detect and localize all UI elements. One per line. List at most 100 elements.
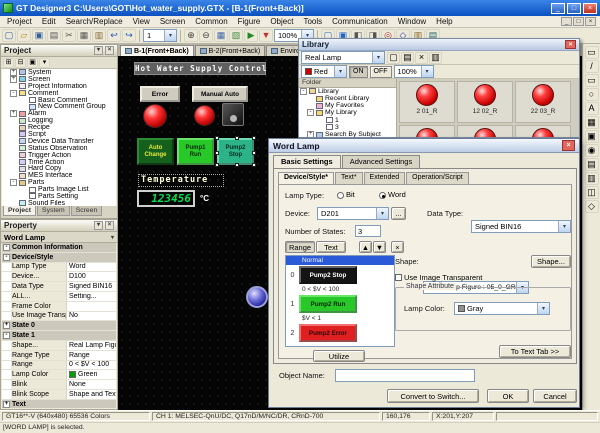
row-expander-icon[interactable]: + — [3, 322, 10, 329]
grid-setting-icon[interactable]: ▦ — [214, 29, 228, 42]
state-entry[interactable]: $V < 1 2 Pump2 Error — [286, 314, 394, 343]
numerical-display-icon[interactable]: ▤ — [585, 158, 599, 171]
property-row[interactable]: Range Type Range — [2, 351, 116, 361]
property-row[interactable]: ALL... Setting... — [2, 292, 116, 302]
number-of-states-value[interactable]: 3 — [355, 225, 381, 237]
dialog-subtab[interactable]: Device/Style* — [278, 172, 334, 184]
hmi-blue-lamp[interactable] — [246, 286, 268, 308]
tree-item[interactable]: Trigger Action — [2, 152, 116, 159]
tree-item[interactable]: Script — [2, 131, 116, 138]
library-tree-item[interactable]: My Favorites — [299, 102, 396, 109]
property-row[interactable]: + Text — [2, 400, 116, 408]
close-button[interactable]: × — [583, 3, 597, 14]
state-condition[interactable]: Normal — [286, 256, 394, 265]
state-condition[interactable]: $V < 1 — [286, 314, 394, 323]
tree-expander-icon[interactable] — [307, 102, 314, 109]
selection-handle[interactable] — [252, 151, 256, 155]
line-icon[interactable]: / — [585, 60, 599, 73]
convert-to-switch-button[interactable]: Convert to Switch... — [387, 389, 479, 403]
library-item[interactable] — [457, 125, 513, 137]
row-expander-icon[interactable] — [3, 293, 10, 300]
document-tab[interactable]: B-2(Front+Back) — [195, 45, 266, 56]
property-row[interactable]: - Device/Style — [2, 253, 116, 263]
panel-close-icon[interactable]: × — [105, 46, 114, 55]
menu-item[interactable]: Help — [431, 17, 457, 26]
hmi-pump2-stop-lamp-selected[interactable]: Pump2 Stop — [217, 138, 254, 165]
tree-item[interactable]: Recipe — [2, 124, 116, 131]
property-row[interactable]: Lamp Color Green — [2, 370, 116, 380]
property-row[interactable]: - State 1 — [2, 331, 116, 341]
cut-icon[interactable]: ✂ — [62, 29, 76, 42]
tree-expander-icon[interactable]: + — [307, 131, 314, 137]
selection-handle[interactable] — [215, 136, 219, 140]
preview-icon[interactable]: ▧ — [229, 29, 243, 42]
tree-expander-icon[interactable] — [20, 103, 27, 110]
panel-tab[interactable]: Screen — [71, 206, 103, 216]
library-item[interactable]: 12 02_R — [457, 81, 513, 123]
mdi-close-button[interactable]: × — [585, 17, 596, 26]
move-down-icon[interactable]: ▼ — [373, 241, 386, 253]
tree-item[interactable]: - Comment — [2, 90, 116, 97]
property-library-icon[interactable]: ▥ — [429, 52, 442, 64]
tree-item[interactable]: Logging — [2, 117, 116, 124]
library-tree-item[interactable]: 1 — [299, 117, 396, 124]
dialog-subtab[interactable]: Extended — [364, 172, 406, 184]
hmi-auto-change-button[interactable]: Auto Change — [137, 138, 174, 165]
row-expander-icon[interactable] — [3, 283, 10, 290]
menu-item[interactable]: Tools — [298, 17, 327, 26]
row-expander-icon[interactable] — [3, 371, 10, 378]
tree-item[interactable]: Hard Copy — [2, 165, 116, 172]
print-icon[interactable]: ▤ — [47, 29, 61, 42]
redo-icon[interactable]: ↪ — [122, 29, 136, 42]
state-condition[interactable]: 0 < $V < 100 — [286, 285, 394, 294]
cursor-icon[interactable]: ▭ — [585, 46, 599, 59]
library-tree-item[interactable]: - My Library — [299, 109, 396, 116]
circle-icon[interactable]: ○ — [585, 88, 599, 101]
tree-expander-icon[interactable] — [307, 95, 314, 102]
property-row[interactable]: Shape... Real Lamp Figure — [2, 341, 116, 351]
new-project-icon[interactable]: ▢ — [2, 29, 16, 42]
row-expander-icon[interactable] — [3, 381, 10, 388]
hmi-error-button[interactable]: Error — [140, 86, 180, 102]
screen-number-combo[interactable]: 1 — [143, 29, 177, 42]
selection-handle[interactable] — [215, 163, 219, 167]
hmi-temperature-label[interactable]: Temperature — [138, 174, 224, 187]
tree-item[interactable]: Project Information — [2, 83, 116, 90]
library-tree-item[interactable]: Recent Library — [299, 95, 396, 102]
property-row[interactable]: Frame Color — [2, 302, 116, 312]
hmi-numerical-display[interactable]: 123456 — [137, 190, 195, 207]
lamp-icon[interactable]: ◉ — [585, 144, 599, 157]
selection-handle[interactable] — [235, 163, 239, 167]
library-zoom-combo[interactable]: 100% — [394, 65, 434, 78]
library-close-icon[interactable]: × — [565, 40, 576, 49]
library-tree-item[interactable]: 3 — [299, 124, 396, 131]
device-browse-button[interactable]: ... — [391, 207, 406, 220]
tree-expander-icon[interactable] — [317, 117, 324, 124]
expand-tree-icon[interactable]: ⊞ — [3, 58, 14, 68]
save-icon[interactable]: ▣ — [32, 29, 46, 42]
row-expander-icon[interactable] — [3, 303, 10, 310]
tree-item[interactable]: MES Interface — [2, 172, 116, 179]
collapse-tree-icon[interactable]: ⊟ — [15, 58, 26, 68]
state-preview-button[interactable]: Pump2 Run — [299, 295, 357, 313]
device-combo[interactable]: D201 — [317, 207, 389, 220]
panel-menu-icon[interactable]: ▾ — [94, 221, 103, 230]
tree-expander-icon[interactable] — [317, 124, 324, 131]
property-row[interactable]: - Common Information — [2, 243, 116, 253]
row-expander-icon[interactable] — [3, 312, 10, 319]
selection-handle[interactable] — [252, 163, 256, 167]
text-button[interactable]: Text — [316, 241, 346, 253]
library-title-bar[interactable]: Library × — [299, 39, 579, 51]
property-row[interactable]: Device... D100 — [2, 272, 116, 282]
menu-item[interactable]: Figure — [233, 17, 266, 26]
row-expander-icon[interactable] — [3, 391, 10, 398]
title-bar[interactable]: GT Designer3 C:\Users\GOT\Hot_water_supp… — [0, 0, 600, 16]
menu-item[interactable]: Window — [393, 17, 431, 26]
dialog-tab[interactable]: Advanced Settings — [342, 155, 421, 168]
property-row[interactable]: Use Image Transp... No — [2, 312, 116, 322]
tree-item[interactable]: + System — [2, 69, 116, 76]
hmi-manual-auto-lamp[interactable] — [194, 105, 215, 126]
state-preview-button[interactable]: Pump2 Stop — [299, 266, 357, 284]
edit-library-icon[interactable]: ▤ — [401, 52, 414, 64]
panel-menu-icon[interactable]: ▾ — [94, 46, 103, 55]
